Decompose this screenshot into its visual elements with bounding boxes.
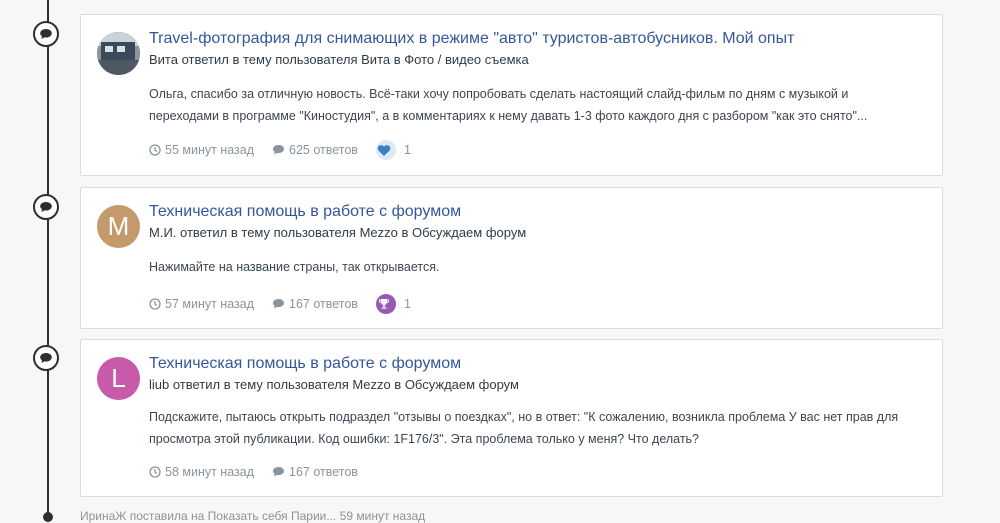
timeline-dot — [43, 512, 53, 522]
replies-text: 167 ответов — [289, 465, 358, 479]
reaction-count: 1 — [403, 297, 411, 311]
comment-icon — [33, 194, 59, 220]
post-excerpt: Подскажите, пытаюсь открыть подраздел "о… — [149, 410, 899, 446]
activity-subtitle[interactable]: liub ответил в тему пользователя Mezzo в… — [149, 377, 519, 392]
time-text[interactable]: 57 минут назад — [165, 297, 254, 311]
post-excerpt: Ольга, спасибо за отличную новость. Всё-… — [149, 87, 868, 123]
time-item: 58 минут назад — [149, 465, 254, 479]
clock-icon — [149, 466, 161, 478]
topic-title-link[interactable]: Техническая помощь в работе с форумом — [149, 355, 461, 373]
meta-row: 55 минут назад 625 ответов 1 — [149, 140, 429, 160]
trophy-icon — [375, 294, 396, 314]
meta-row: 58 минут назад 167 ответов — [149, 465, 376, 479]
comment-icon — [273, 145, 284, 155]
comment-icon — [273, 467, 284, 477]
time-text[interactable]: 55 минут назад — [165, 143, 254, 157]
timeline-line — [47, 0, 49, 519]
topic-title-link[interactable]: Travel-фотография для снимающих в режиме… — [149, 30, 794, 48]
meta-row: 57 минут назад 167 ответов 1 — [149, 294, 429, 314]
activity-card: L Техническая помощь в работе с форумом … — [80, 339, 943, 497]
topic-title-link[interactable]: Техническая помощь в работе с форумом — [149, 203, 461, 221]
comment-icon — [33, 21, 59, 47]
replies-text: 167 ответов — [289, 297, 358, 311]
heart-icon — [375, 140, 396, 160]
avatar[interactable] — [97, 32, 140, 75]
replies-item: 625 ответов — [272, 143, 358, 157]
replies-text: 625 ответов — [289, 143, 358, 157]
comment-icon — [33, 345, 59, 371]
clock-icon — [149, 298, 161, 310]
activity-subtitle[interactable]: М.И. ответил в тему пользователя Mezzo в… — [149, 225, 526, 240]
comment-icon — [273, 299, 284, 309]
avatar[interactable]: M — [97, 205, 140, 248]
time-text[interactable]: 58 минут назад — [165, 465, 254, 479]
activity-card: Travel-фотография для снимающих в режиме… — [80, 14, 943, 176]
activity-card: M Техническая помощь в работе с форумом … — [80, 187, 943, 329]
clock-icon — [149, 144, 161, 156]
time-item: 57 минут назад — [149, 297, 254, 311]
post-excerpt: Нажимайте на название страны, так открыв… — [149, 260, 440, 274]
time-item: 55 минут назад — [149, 143, 254, 157]
reaction-count: 1 — [403, 143, 411, 157]
reaction-item[interactable]: 1 — [375, 140, 411, 160]
next-activity-text[interactable]: ИринаЖ поставила на Показать себя Парии.… — [80, 509, 425, 523]
activity-subtitle[interactable]: Вита ответил в тему пользователя Вита в … — [149, 52, 529, 67]
avatar[interactable]: L — [97, 357, 140, 400]
replies-item: 167 ответов — [272, 297, 358, 311]
reaction-item[interactable]: 1 — [375, 294, 411, 314]
replies-item: 167 ответов — [272, 465, 358, 479]
